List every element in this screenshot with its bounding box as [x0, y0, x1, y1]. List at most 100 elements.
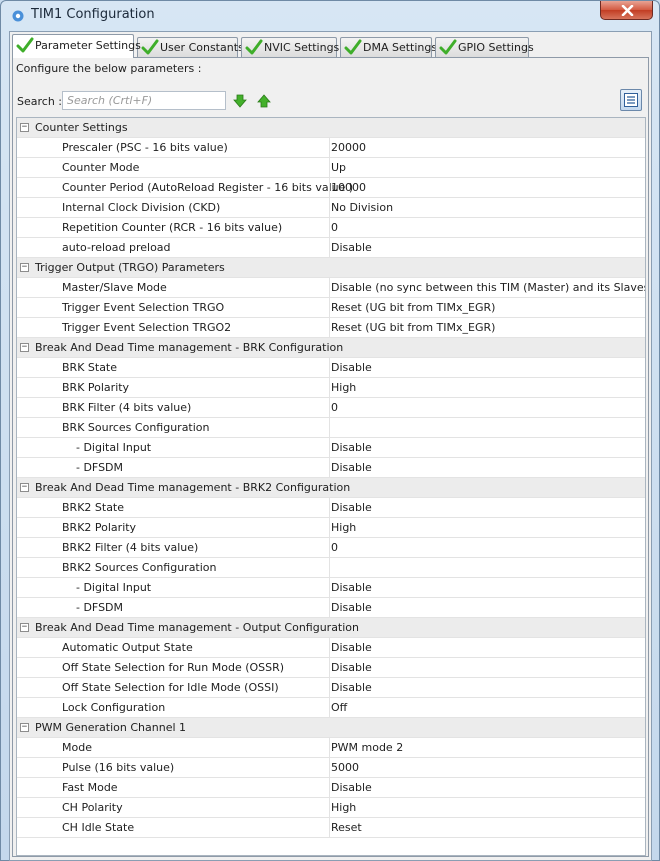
parameter-row[interactable]: Counter Mode Up [17, 158, 645, 178]
parameter-row[interactable]: Trigger Event Selection TRGO2 Reset (UG b… [17, 318, 645, 338]
category-label: Counter Settings [35, 121, 128, 134]
parameter-value[interactable]: 0 [329, 218, 645, 237]
parameter-value[interactable]: Disable [329, 638, 645, 657]
parameter-row[interactable]: - DFSDM Disable [17, 458, 645, 478]
parameter-row[interactable]: - DFSDM Disable [17, 598, 645, 618]
collapse-toggle-icon[interactable]: − [20, 723, 29, 732]
parameter-name: BRK2 Sources Configuration [62, 561, 217, 574]
parameter-row[interactable]: Prescaler (PSC - 16 bits value) 20000 [17, 138, 645, 158]
parameter-name: Internal Clock Division (CKD) [62, 201, 221, 214]
collapse-toggle-icon[interactable]: − [20, 263, 29, 272]
parameter-name: BRK Sources Configuration [62, 421, 210, 434]
category-row[interactable]: − Break And Dead Time management - BRK2 C… [17, 478, 645, 498]
category-label: Break And Dead Time management - Output … [35, 621, 360, 634]
parameter-name: Counter Mode [62, 161, 140, 174]
category-row[interactable]: − Trigger Output (TRGO) Parameters [17, 258, 645, 278]
parameter-value[interactable]: Disable [329, 238, 645, 257]
tab-nvic-settings[interactable]: NVIC Settings [241, 37, 339, 57]
parameter-row[interactable]: Lock Configuration Off [17, 698, 645, 718]
parameter-row[interactable]: Trigger Event Selection TRGO Reset (UG bi… [17, 298, 645, 318]
parameter-row[interactable]: Automatic Output State Disable [17, 638, 645, 658]
parameter-value[interactable]: Disable [329, 658, 645, 677]
parameter-row[interactable]: BRK Sources Configuration [17, 418, 645, 438]
parameter-value[interactable]: Reset (UG bit from TIMx_EGR) [329, 318, 645, 337]
parameter-name: Master/Slave Mode [62, 281, 167, 294]
search-input[interactable] [62, 91, 226, 110]
parameter-row[interactable]: - Digital Input Disable [17, 578, 645, 598]
check-icon [141, 39, 159, 55]
parameter-value[interactable]: Disable (no sync between this TIM (Maste… [329, 278, 645, 297]
collapse-toggle-icon[interactable]: − [20, 123, 29, 132]
parameter-row[interactable]: Off State Selection for Idle Mode (OSSI)… [17, 678, 645, 698]
search-label: Search : [17, 95, 62, 108]
parameter-name: Off State Selection for Idle Mode (OSSI) [62, 681, 279, 694]
parameter-name: CH Idle State [62, 821, 135, 834]
parameter-row[interactable]: - Digital Input Disable [17, 438, 645, 458]
category-row[interactable]: − Break And Dead Time management - BRK Co… [17, 338, 645, 358]
close-button[interactable] [600, 1, 653, 20]
parameter-name: BRK Polarity [62, 381, 130, 394]
parameter-row[interactable]: BRK2 State Disable [17, 498, 645, 518]
parameter-value[interactable]: Disable [329, 438, 645, 457]
parameter-row[interactable]: BRK Polarity High [17, 378, 645, 398]
title-bar[interactable]: TIM1 Configuration [1, 1, 659, 31]
view-toggle-button[interactable] [620, 89, 642, 111]
collapse-toggle-icon[interactable]: − [20, 623, 29, 632]
parameter-value[interactable]: High [329, 798, 645, 817]
parameter-row[interactable]: BRK2 Sources Configuration [17, 558, 645, 578]
parameter-row[interactable]: Internal Clock Division (CKD) No Division [17, 198, 645, 218]
parameter-row[interactable]: BRK Filter (4 bits value) 0 [17, 398, 645, 418]
parameter-value[interactable]: Disable [329, 598, 645, 617]
parameter-value[interactable]: High [329, 378, 645, 397]
parameter-value[interactable]: 20000 [329, 138, 645, 157]
tab-user-constants[interactable]: User Constants [137, 37, 244, 57]
tab-dma-settings[interactable]: DMA Settings [340, 37, 437, 57]
category-label: Break And Dead Time management - BRK Con… [35, 341, 344, 354]
parameter-value[interactable]: 10000 [329, 178, 645, 197]
parameter-value[interactable]: Disable [329, 678, 645, 697]
parameter-row[interactable]: BRK2 Polarity High [17, 518, 645, 538]
parameter-value[interactable]: 0 [329, 538, 645, 557]
category-row[interactable]: − Counter Settings [17, 118, 645, 138]
parameter-value[interactable]: 5000 [329, 758, 645, 777]
parameter-value[interactable]: Disable [329, 358, 645, 377]
tab-parameter-settings[interactable]: Parameter Settings [12, 34, 141, 58]
parameter-row[interactable]: Master/Slave Mode Disable (no sync betwee… [17, 278, 645, 298]
parameter-row[interactable]: Repetition Counter (RCR - 16 bits value)… [17, 218, 645, 238]
tab-gpio-settings[interactable]: GPIO Settings [435, 37, 534, 57]
parameter-row[interactable]: CH Idle State Reset [17, 818, 645, 838]
parameter-value[interactable]: Disable [329, 498, 645, 517]
parameter-value[interactable]: Reset (UG bit from TIMx_EGR) [329, 298, 645, 317]
arrow-up-icon[interactable] [257, 94, 271, 108]
parameter-value[interactable]: High [329, 518, 645, 537]
arrow-down-icon[interactable] [233, 94, 247, 108]
parameter-row[interactable]: Fast Mode Disable [17, 778, 645, 798]
collapse-toggle-icon[interactable]: − [20, 483, 29, 492]
parameter-value[interactable]: Disable [329, 578, 645, 597]
parameter-name: BRK2 Polarity [62, 521, 137, 534]
category-row[interactable]: − PWM Generation Channel 1 [17, 718, 645, 738]
parameter-row[interactable]: BRK2 Filter (4 bits value) 0 [17, 538, 645, 558]
parameter-value[interactable] [329, 558, 645, 577]
parameter-value[interactable]: Disable [329, 458, 645, 477]
parameter-value[interactable]: Disable [329, 778, 645, 797]
parameter-value[interactable] [329, 418, 645, 437]
parameter-value[interactable]: 0 [329, 398, 645, 417]
parameter-row[interactable]: Mode PWM mode 2 [17, 738, 645, 758]
parameter-name: Counter Period (AutoReload Register - 16… [62, 181, 354, 194]
parameter-value[interactable]: Reset [329, 818, 645, 837]
parameter-row[interactable]: CH Polarity High [17, 798, 645, 818]
parameter-value[interactable]: Up [329, 158, 645, 177]
parameter-name: Mode [62, 741, 92, 754]
category-row[interactable]: − Break And Dead Time management - Output… [17, 618, 645, 638]
parameter-value[interactable]: PWM mode 2 [329, 738, 645, 757]
parameter-value[interactable]: Off [329, 698, 645, 717]
parameter-value[interactable]: No Division [329, 198, 645, 217]
parameter-row[interactable]: auto-reload preload Disable [17, 238, 645, 258]
parameter-row[interactable]: BRK State Disable [17, 358, 645, 378]
parameter-row[interactable]: Off State Selection for Run Mode (OSSR) D… [17, 658, 645, 678]
parameter-row[interactable]: Counter Period (AutoReload Register - 16… [17, 178, 645, 198]
parameter-row[interactable]: Pulse (16 bits value) 5000 [17, 758, 645, 778]
collapse-toggle-icon[interactable]: − [20, 343, 29, 352]
check-icon [16, 37, 34, 53]
